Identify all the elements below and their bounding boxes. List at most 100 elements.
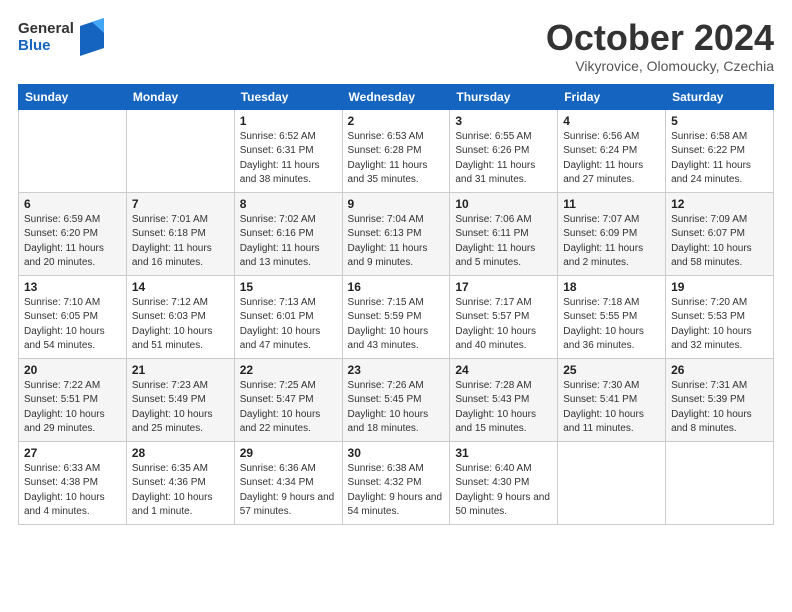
day-number: 3: [455, 114, 552, 128]
calendar-week: 13 Sunrise: 7:10 AMSunset: 6:05 PMDayligh…: [19, 275, 774, 358]
calendar-cell: 6 Sunrise: 6:59 AMSunset: 6:20 PMDaylight…: [19, 192, 127, 275]
day-info: Sunrise: 7:20 AMSunset: 5:53 PMDaylight:…: [671, 296, 768, 354]
day-number: 25: [563, 363, 660, 377]
day-info: Sunrise: 7:28 AMSunset: 5:43 PMDaylight:…: [455, 379, 552, 437]
day-info: Sunrise: 7:12 AMSunset: 6:03 PMDaylight:…: [132, 296, 229, 354]
calendar-cell: 31Sunrise: 6:40 AMSunset: 4:30 PMDayligh…: [450, 441, 558, 524]
day-info: Sunrise: 7:31 AMSunset: 5:39 PMDaylight:…: [671, 379, 768, 437]
day-number: 2: [348, 114, 445, 128]
day-info: Sunrise: 7:06 AMSunset: 6:11 PMDaylight:…: [455, 213, 552, 271]
calendar-cell: 3 Sunrise: 6:55 AMSunset: 6:26 PMDaylight…: [450, 109, 558, 192]
day-info: Sunrise: 6:36 AMSunset: 4:34 PMDaylight:…: [240, 462, 337, 520]
day-number: 6: [24, 197, 121, 211]
day-info: Sunrise: 7:26 AMSunset: 5:45 PMDaylight:…: [348, 379, 445, 437]
calendar-cell: 4 Sunrise: 6:56 AMSunset: 6:24 PMDaylight…: [558, 109, 666, 192]
calendar-cell: 20Sunrise: 7:22 AMSunset: 5:51 PMDayligh…: [19, 358, 127, 441]
day-info: Sunrise: 7:23 AMSunset: 5:49 PMDaylight:…: [132, 379, 229, 437]
day-number: 28: [132, 446, 229, 460]
day-info: Sunrise: 6:59 AMSunset: 6:20 PMDaylight:…: [24, 213, 121, 271]
day-number: 26: [671, 363, 768, 377]
day-info: Sunrise: 6:55 AMSunset: 6:26 PMDaylight:…: [455, 130, 552, 188]
calendar-cell: 30 Sunrise: 6:38 AMSunset: 4:32 PMDayligh…: [342, 441, 450, 524]
calendar-cell: 12 Sunrise: 7:09 AMSunset: 6:07 PMDayligh…: [666, 192, 774, 275]
day-info: Sunrise: 6:58 AMSunset: 6:22 PMDaylight:…: [671, 130, 768, 188]
calendar-cell: 10 Sunrise: 7:06 AMSunset: 6:11 PMDayligh…: [450, 192, 558, 275]
header: General Blue October 2024 Vikyrovice, Ol…: [18, 18, 774, 74]
calendar-cell: 16 Sunrise: 7:15 AMSunset: 5:59 PMDayligh…: [342, 275, 450, 358]
day-number: 15: [240, 280, 337, 294]
day-info: Sunrise: 7:10 AMSunset: 6:05 PMDaylight:…: [24, 296, 121, 354]
day-number: 16: [348, 280, 445, 294]
calendar-cell: 26 Sunrise: 7:31 AMSunset: 5:39 PMDayligh…: [666, 358, 774, 441]
calendar-cell: [666, 441, 774, 524]
day-info: Sunrise: 7:09 AMSunset: 6:07 PMDaylight:…: [671, 213, 768, 271]
day-number: 19: [671, 280, 768, 294]
calendar-cell: 25 Sunrise: 7:30 AMSunset: 5:41 PMDayligh…: [558, 358, 666, 441]
day-info: Sunrise: 7:04 AMSunset: 6:13 PMDaylight:…: [348, 213, 445, 271]
day-info: Sunrise: 6:35 AMSunset: 4:36 PMDaylight:…: [132, 462, 229, 520]
page: General Blue October 2024 Vikyrovice, Ol…: [0, 0, 792, 537]
calendar-week: 27 Sunrise: 6:33 AMSunset: 4:38 PMDayligh…: [19, 441, 774, 524]
day-info: Sunrise: 6:53 AMSunset: 6:28 PMDaylight:…: [348, 130, 445, 188]
weekday-header: Wednesday: [342, 84, 450, 109]
calendar-cell: 19 Sunrise: 7:20 AMSunset: 5:53 PMDayligh…: [666, 275, 774, 358]
calendar-cell: 24 Sunrise: 7:28 AMSunset: 5:43 PMDayligh…: [450, 358, 558, 441]
calendar-cell: 5Sunrise: 6:58 AMSunset: 6:22 PMDaylight…: [666, 109, 774, 192]
day-info: Sunrise: 6:52 AMSunset: 6:31 PMDaylight:…: [240, 130, 337, 188]
day-number: 10: [455, 197, 552, 211]
logo-text: General Blue: [18, 20, 74, 55]
title-block: October 2024 Vikyrovice, Olomoucky, Czec…: [546, 18, 774, 74]
day-info: Sunrise: 7:01 AMSunset: 6:18 PMDaylight:…: [132, 213, 229, 271]
calendar-cell: [558, 441, 666, 524]
day-info: Sunrise: 7:15 AMSunset: 5:59 PMDaylight:…: [348, 296, 445, 354]
logo-blue: Blue: [18, 37, 74, 54]
weekday-header: Tuesday: [234, 84, 342, 109]
day-number: 11: [563, 197, 660, 211]
day-info: Sunrise: 6:38 AMSunset: 4:32 PMDaylight:…: [348, 462, 445, 520]
day-info: Sunrise: 6:33 AMSunset: 4:38 PMDaylight:…: [24, 462, 121, 520]
calendar-cell: 27 Sunrise: 6:33 AMSunset: 4:38 PMDayligh…: [19, 441, 127, 524]
day-number: 24: [455, 363, 552, 377]
weekday-header: Thursday: [450, 84, 558, 109]
weekday-header: Sunday: [19, 84, 127, 109]
weekday-header-row: SundayMondayTuesdayWednesdayThursdayFrid…: [19, 84, 774, 109]
calendar-cell: 15Sunrise: 7:13 AMSunset: 6:01 PMDayligh…: [234, 275, 342, 358]
day-number: 13: [24, 280, 121, 294]
day-number: 22: [240, 363, 337, 377]
logo-general: General: [18, 20, 74, 37]
day-number: 27: [24, 446, 121, 460]
calendar-cell: 17 Sunrise: 7:17 AMSunset: 5:57 PMDayligh…: [450, 275, 558, 358]
day-info: Sunrise: 7:02 AMSunset: 6:16 PMDaylight:…: [240, 213, 337, 271]
calendar-cell: 9Sunrise: 7:04 AMSunset: 6:13 PMDaylight…: [342, 192, 450, 275]
day-info: Sunrise: 7:17 AMSunset: 5:57 PMDaylight:…: [455, 296, 552, 354]
calendar-cell: 13 Sunrise: 7:10 AMSunset: 6:05 PMDayligh…: [19, 275, 127, 358]
day-info: Sunrise: 7:25 AMSunset: 5:47 PMDaylight:…: [240, 379, 337, 437]
day-number: 17: [455, 280, 552, 294]
calendar-cell: 28 Sunrise: 6:35 AMSunset: 4:36 PMDayligh…: [126, 441, 234, 524]
day-number: 12: [671, 197, 768, 211]
calendar-cell: 7 Sunrise: 7:01 AMSunset: 6:18 PMDaylight…: [126, 192, 234, 275]
calendar-cell: 2 Sunrise: 6:53 AMSunset: 6:28 PMDaylight…: [342, 109, 450, 192]
weekday-header: Saturday: [666, 84, 774, 109]
calendar-week: 6 Sunrise: 6:59 AMSunset: 6:20 PMDaylight…: [19, 192, 774, 275]
day-number: 18: [563, 280, 660, 294]
day-number: 21: [132, 363, 229, 377]
day-info: Sunrise: 6:40 AMSunset: 4:30 PMDaylight:…: [455, 462, 552, 520]
day-number: 30: [348, 446, 445, 460]
calendar-cell: 23Sunrise: 7:26 AMSunset: 5:45 PMDayligh…: [342, 358, 450, 441]
day-info: Sunrise: 7:22 AMSunset: 5:51 PMDaylight:…: [24, 379, 121, 437]
weekday-header: Friday: [558, 84, 666, 109]
calendar-cell: [126, 109, 234, 192]
weekday-header: Monday: [126, 84, 234, 109]
day-number: 7: [132, 197, 229, 211]
day-number: 29: [240, 446, 337, 460]
calendar-cell: 1Sunrise: 6:52 AMSunset: 6:31 PMDaylight…: [234, 109, 342, 192]
day-info: Sunrise: 7:30 AMSunset: 5:41 PMDaylight:…: [563, 379, 660, 437]
calendar: SundayMondayTuesdayWednesdayThursdayFrid…: [18, 84, 774, 525]
day-info: Sunrise: 6:56 AMSunset: 6:24 PMDaylight:…: [563, 130, 660, 188]
month-title: October 2024: [546, 18, 774, 58]
calendar-cell: 21 Sunrise: 7:23 AMSunset: 5:49 PMDayligh…: [126, 358, 234, 441]
calendar-cell: [19, 109, 127, 192]
calendar-cell: 11Sunrise: 7:07 AMSunset: 6:09 PMDayligh…: [558, 192, 666, 275]
day-number: 4: [563, 114, 660, 128]
